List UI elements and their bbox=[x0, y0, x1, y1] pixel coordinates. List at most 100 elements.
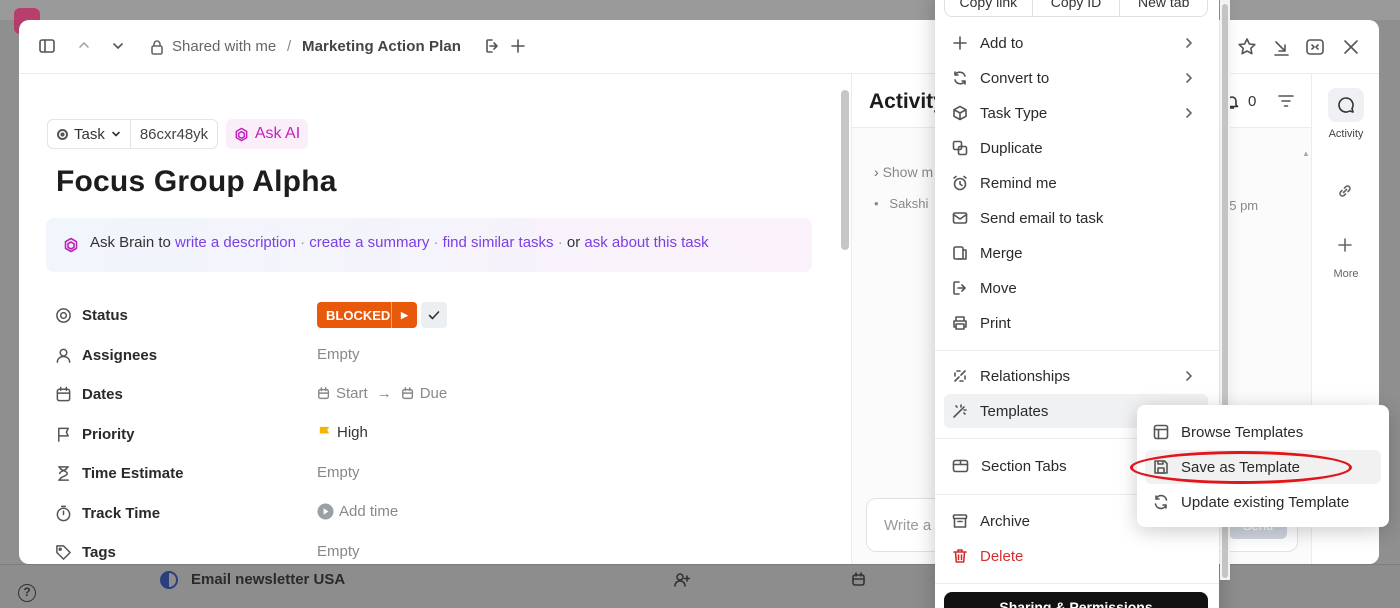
user-icon bbox=[56, 348, 71, 363]
menu-item-label: Convert to bbox=[980, 69, 1050, 87]
minimize-icon[interactable] bbox=[1271, 37, 1293, 59]
assignees-value[interactable]: Empty bbox=[317, 346, 360, 363]
ask-brain-bar: Ask Brain to write a description · creat… bbox=[46, 218, 812, 272]
add-date-icon[interactable] bbox=[851, 572, 867, 588]
field-label: Dates bbox=[82, 385, 123, 403]
mail-icon bbox=[952, 212, 968, 224]
breadcrumb-list[interactable]: Marketing Action Plan bbox=[302, 38, 461, 55]
link-icon[interactable] bbox=[1336, 182, 1354, 200]
expand-icon[interactable] bbox=[1305, 37, 1327, 59]
menu-move[interactable]: Move bbox=[944, 271, 1208, 305]
lock-icon bbox=[150, 39, 164, 55]
menu-item-label: Delete bbox=[980, 547, 1024, 565]
submenu-item-label: Browse Templates bbox=[1181, 423, 1304, 441]
complete-check-button[interactable] bbox=[421, 302, 447, 328]
menu-item-label: Section Tabs bbox=[981, 457, 1067, 475]
help-icon[interactable]: ? bbox=[18, 584, 36, 602]
dates-value[interactable]: Start → Due bbox=[317, 385, 447, 402]
menu-convert-to[interactable]: Convert to bbox=[944, 61, 1208, 95]
tags-value[interactable]: Empty bbox=[317, 543, 360, 560]
activity-tab-button[interactable] bbox=[1328, 88, 1364, 122]
check-icon bbox=[428, 311, 440, 320]
track-time-value[interactable]: Add time bbox=[317, 503, 398, 520]
plus-icon[interactable] bbox=[1336, 236, 1354, 254]
comment-icon bbox=[1338, 97, 1354, 113]
ask-about-task-link[interactable]: ask about this task bbox=[584, 234, 708, 251]
menu-print[interactable]: Print bbox=[944, 306, 1208, 340]
due-date[interactable]: Due bbox=[420, 385, 448, 402]
copy-link-button[interactable]: Copy link bbox=[945, 0, 1033, 16]
timer-icon bbox=[56, 505, 71, 521]
arrow-right-icon: → bbox=[376, 385, 392, 402]
status-progress-icon bbox=[160, 571, 178, 589]
scroll-up-icon[interactable]: ▲ bbox=[1302, 149, 1310, 158]
menu-item-label: Add to bbox=[980, 34, 1024, 52]
merge-icon bbox=[953, 246, 967, 260]
plus-icon[interactable] bbox=[509, 37, 531, 59]
menu-remind-me[interactable]: Remind me bbox=[944, 166, 1208, 200]
field-label: Time Estimate bbox=[82, 464, 184, 482]
chevron-right-icon: › bbox=[874, 164, 879, 180]
activity-title: Activity bbox=[869, 90, 945, 113]
start-date[interactable]: Start bbox=[336, 385, 368, 402]
star-icon[interactable] bbox=[1237, 37, 1259, 59]
menu-divider bbox=[935, 350, 1219, 351]
sharing-permissions-button[interactable]: Sharing & Permissions bbox=[944, 592, 1208, 608]
menu-item-label: Templates bbox=[980, 402, 1049, 420]
field-assignees: Assignees bbox=[55, 344, 157, 366]
time-estimate-value[interactable]: Empty bbox=[317, 464, 360, 481]
brain-icon bbox=[64, 237, 78, 253]
chevron-down-icon bbox=[112, 131, 120, 137]
magic-wand-icon bbox=[953, 404, 967, 418]
chevron-up-icon[interactable] bbox=[77, 38, 99, 60]
menu-relationships[interactable]: Relationships bbox=[944, 359, 1208, 393]
show-more-label: Show m bbox=[882, 164, 934, 180]
breadcrumb-shared[interactable]: Shared with me bbox=[172, 38, 276, 55]
new-tab-button[interactable]: New tab bbox=[1120, 0, 1207, 16]
share-out-icon[interactable] bbox=[484, 37, 506, 59]
menu-task-type[interactable]: Task Type bbox=[944, 96, 1208, 130]
filter-icon[interactable] bbox=[1278, 94, 1294, 108]
menu-merge[interactable]: Merge bbox=[944, 236, 1208, 270]
priority-value[interactable]: High bbox=[317, 424, 368, 441]
write-description-link[interactable]: write a description bbox=[175, 234, 296, 251]
find-similar-link[interactable]: find similar tasks bbox=[443, 234, 554, 251]
show-more-button[interactable]: › Show m bbox=[874, 164, 933, 180]
chevron-down-icon[interactable] bbox=[111, 39, 133, 61]
activity-tab-label: Activity bbox=[1328, 128, 1364, 140]
field-time-estimate: Time Estimate bbox=[55, 462, 183, 484]
more-label: More bbox=[1333, 268, 1359, 280]
menu-delete[interactable]: Delete bbox=[944, 539, 1208, 573]
ask-ai-label: Ask AI bbox=[254, 125, 301, 142]
menu-send-email[interactable]: Send email to task bbox=[944, 201, 1208, 235]
sidebar-toggle-icon[interactable] bbox=[38, 37, 60, 59]
menu-item-label: Archive bbox=[980, 512, 1031, 530]
copy-actions-row: Copy link Copy ID New tab bbox=[944, 0, 1208, 17]
create-summary-link[interactable]: create a summary bbox=[309, 234, 429, 251]
field-priority: Priority bbox=[55, 423, 135, 445]
play-icon bbox=[317, 503, 334, 520]
plus-icon bbox=[953, 36, 967, 50]
task-id-button[interactable]: 86cxr48yk bbox=[130, 119, 218, 149]
browse-templates-item[interactable]: Browse Templates bbox=[1145, 415, 1381, 449]
priority-flag-icon bbox=[319, 426, 330, 440]
menu-duplicate[interactable]: Duplicate bbox=[944, 131, 1208, 165]
status-next-icon[interactable]: ▶ bbox=[391, 302, 417, 328]
task-title[interactable]: Focus Group Alpha bbox=[56, 165, 337, 199]
hourglass-icon bbox=[58, 465, 69, 481]
ask-ai-button[interactable]: Ask AI bbox=[226, 119, 308, 149]
status-label: BLOCKED bbox=[326, 307, 391, 323]
close-icon[interactable] bbox=[1341, 37, 1363, 59]
notification-count: 0 bbox=[1248, 93, 1257, 110]
content-scrollbar[interactable] bbox=[841, 90, 849, 250]
copy-id-button[interactable]: Copy ID bbox=[1033, 0, 1121, 16]
tabs-icon bbox=[952, 459, 969, 473]
add-assignee-icon[interactable] bbox=[674, 572, 690, 588]
menu-add-to[interactable]: Add to bbox=[944, 26, 1208, 60]
add-time-label: Add time bbox=[339, 503, 399, 520]
update-template-item[interactable]: Update existing Template bbox=[1145, 485, 1381, 519]
background-row-title[interactable]: Email newsletter USA bbox=[191, 571, 345, 588]
calendar-icon bbox=[56, 386, 71, 401]
status-button[interactable]: BLOCKED ▶ bbox=[317, 302, 417, 328]
task-type-dropdown[interactable]: Task bbox=[47, 119, 131, 149]
